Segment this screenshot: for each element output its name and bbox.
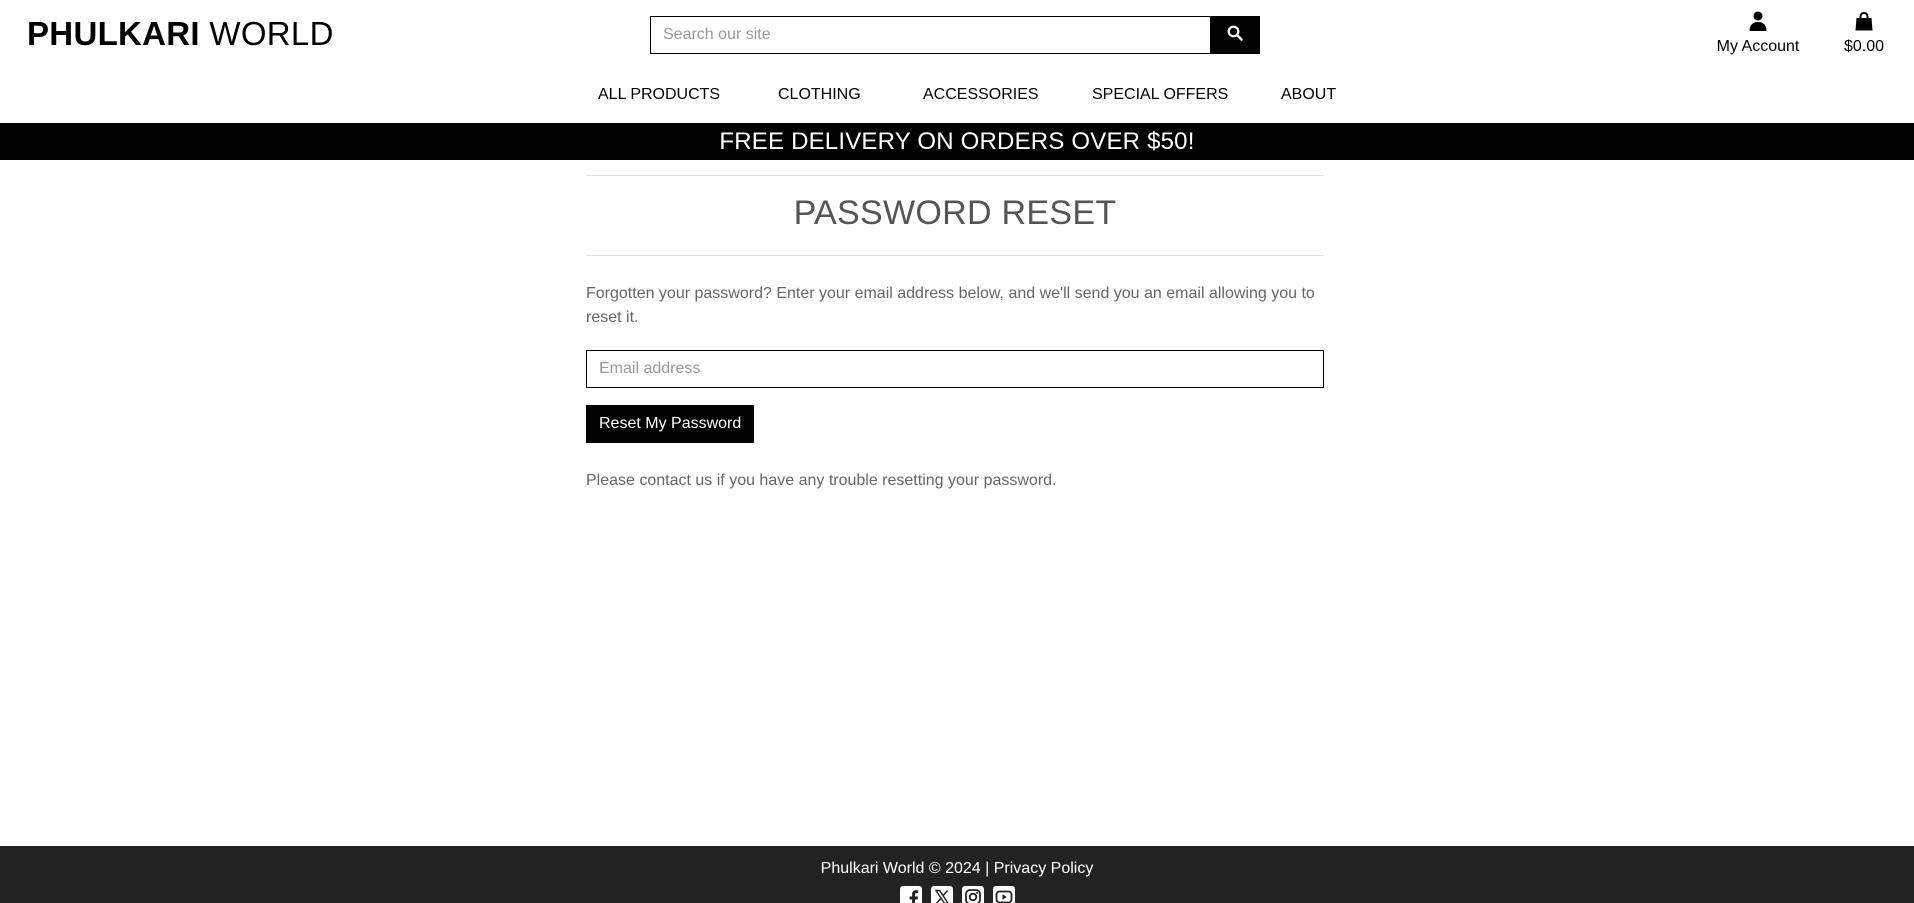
intro-text: Forgotten your password? Enter your emai… <box>586 285 1315 326</box>
logo-bold-text: PHULKARI <box>27 15 200 52</box>
my-account-label: My Account <box>1716 38 1800 55</box>
nav-about[interactable]: ABOUT <box>1281 84 1336 106</box>
shopping-bag-link[interactable]: $0.00 <box>1836 11 1892 58</box>
main-navigation: ALL PRODUCTS CLOTHING ACCESSORIES SPECIA… <box>0 84 1914 106</box>
reset-password-button[interactable]: Reset My Password <box>586 405 755 443</box>
footer-copyright-line: Phulkari World © 2024 | Privacy Policy <box>0 846 1914 879</box>
password-reset-section: PASSWORD RESET Forgotten your password? … <box>586 175 1324 492</box>
x-twitter-icon[interactable] <box>930 885 953 903</box>
user-icon <box>1749 11 1767 36</box>
delivery-banner: FREE DELIVERY ON ORDERS OVER $50! <box>0 123 1914 160</box>
search-form <box>650 16 1260 54</box>
bag-total: $0.00 <box>1843 38 1885 55</box>
search-input[interactable] <box>650 16 1210 54</box>
my-account-link[interactable]: My Account <box>1710 11 1806 58</box>
copyright-text: Phulkari World © 2024 | <box>820 860 990 877</box>
site-logo[interactable]: PHULKARI WORLD <box>27 14 334 54</box>
social-links <box>0 885 1914 903</box>
privacy-policy-link[interactable]: Privacy Policy <box>994 860 1094 877</box>
nav-accessories[interactable]: ACCESSORIES <box>923 84 1039 106</box>
nav-all-products[interactable]: ALL PRODUCTS <box>598 84 720 106</box>
help-text: Please contact us if you have any troubl… <box>586 472 1057 489</box>
search-icon <box>1227 25 1243 46</box>
nav-special-offers[interactable]: SPECIAL OFFERS <box>1092 84 1228 106</box>
youtube-icon[interactable] <box>992 885 1015 903</box>
email-field[interactable] <box>586 350 1324 388</box>
site-header: PHULKARI WORLD My Account <box>0 0 1914 123</box>
instagram-icon[interactable] <box>961 885 984 903</box>
nav-clothing[interactable]: CLOTHING <box>778 84 861 106</box>
facebook-icon[interactable] <box>899 885 922 903</box>
page-title: PASSWORD RESET <box>793 194 1117 232</box>
divider-top <box>586 175 1324 176</box>
shopping-bag-icon <box>1855 11 1873 36</box>
search-button[interactable] <box>1210 16 1260 54</box>
logo-light-text: WORLD <box>209 15 334 52</box>
site-footer: Phulkari World © 2024 | Privacy Policy <box>0 846 1914 903</box>
divider-bottom <box>586 255 1324 256</box>
